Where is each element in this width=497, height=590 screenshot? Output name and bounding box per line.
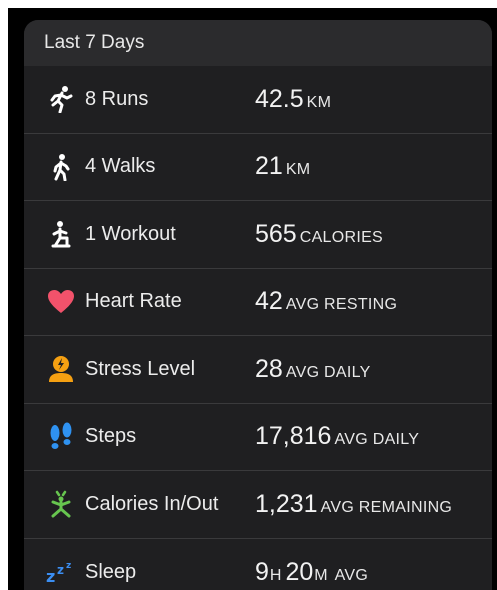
heart-icon — [46, 287, 76, 317]
screen: Last 7 Days 8 Runs 42.5 KM 4 Walks 21 KM… — [8, 8, 497, 590]
row-label: Calories In/Out — [85, 492, 219, 515]
summary-card: Last 7 Days 8 Runs 42.5 KM 4 Walks 21 KM… — [24, 20, 492, 590]
list-item-runs[interactable]: 8 Runs 42.5 KM — [24, 66, 492, 134]
row-value: 565 CALORIES — [255, 219, 384, 248]
svg-text:z: z — [46, 567, 55, 584]
walking-person-icon — [46, 152, 76, 182]
list-item-calories[interactable]: Calories In/Out 1,231 AVG REMAINING — [24, 471, 492, 539]
footprints-icon — [46, 422, 76, 452]
row-label: 4 Walks — [85, 155, 156, 178]
card-title: Last 7 Days — [44, 32, 145, 53]
svg-text:z: z — [57, 563, 64, 577]
stress-icon — [46, 354, 76, 384]
list-item-walks[interactable]: 4 Walks 21 KM — [24, 134, 492, 201]
running-person-icon — [46, 84, 76, 114]
list-item-sleep[interactable]: z z z Sleep 9H 20M AVG — [24, 539, 492, 590]
list-item-heart-rate[interactable]: Heart Rate 42 AVG RESTING — [24, 269, 492, 336]
row-value: 1,231 AVG REMAINING — [255, 489, 453, 518]
card-header: Last 7 Days — [24, 20, 492, 66]
row-label: Stress Level — [85, 357, 196, 380]
workout-person-icon — [46, 219, 76, 249]
list-item-stress-level[interactable]: Stress Level 28 AVG DAILY — [24, 336, 492, 404]
row-label: Steps — [85, 425, 137, 448]
row-label: Heart Rate — [85, 290, 182, 313]
row-value: 42 AVG RESTING — [255, 287, 398, 316]
svg-text:z: z — [66, 561, 71, 571]
row-label: 8 Runs — [85, 87, 149, 110]
row-value: 28 AVG DAILY — [255, 354, 371, 383]
list-item-steps[interactable]: Steps 17,816 AVG DAILY — [24, 404, 492, 471]
row-value: 21 KM — [255, 152, 311, 181]
row-label: Sleep — [85, 560, 137, 583]
row-value: 9H 20M AVG — [255, 557, 369, 586]
row-label: 1 Workout — [85, 222, 176, 245]
row-value: 17,816 AVG DAILY — [255, 422, 420, 451]
list-item-workout[interactable]: 1 Workout 565 CALORIES — [24, 201, 492, 269]
calories-icon — [46, 489, 76, 519]
row-value: 42.5 KM — [255, 84, 332, 113]
sleep-zzz-icon: z z z — [46, 557, 76, 587]
